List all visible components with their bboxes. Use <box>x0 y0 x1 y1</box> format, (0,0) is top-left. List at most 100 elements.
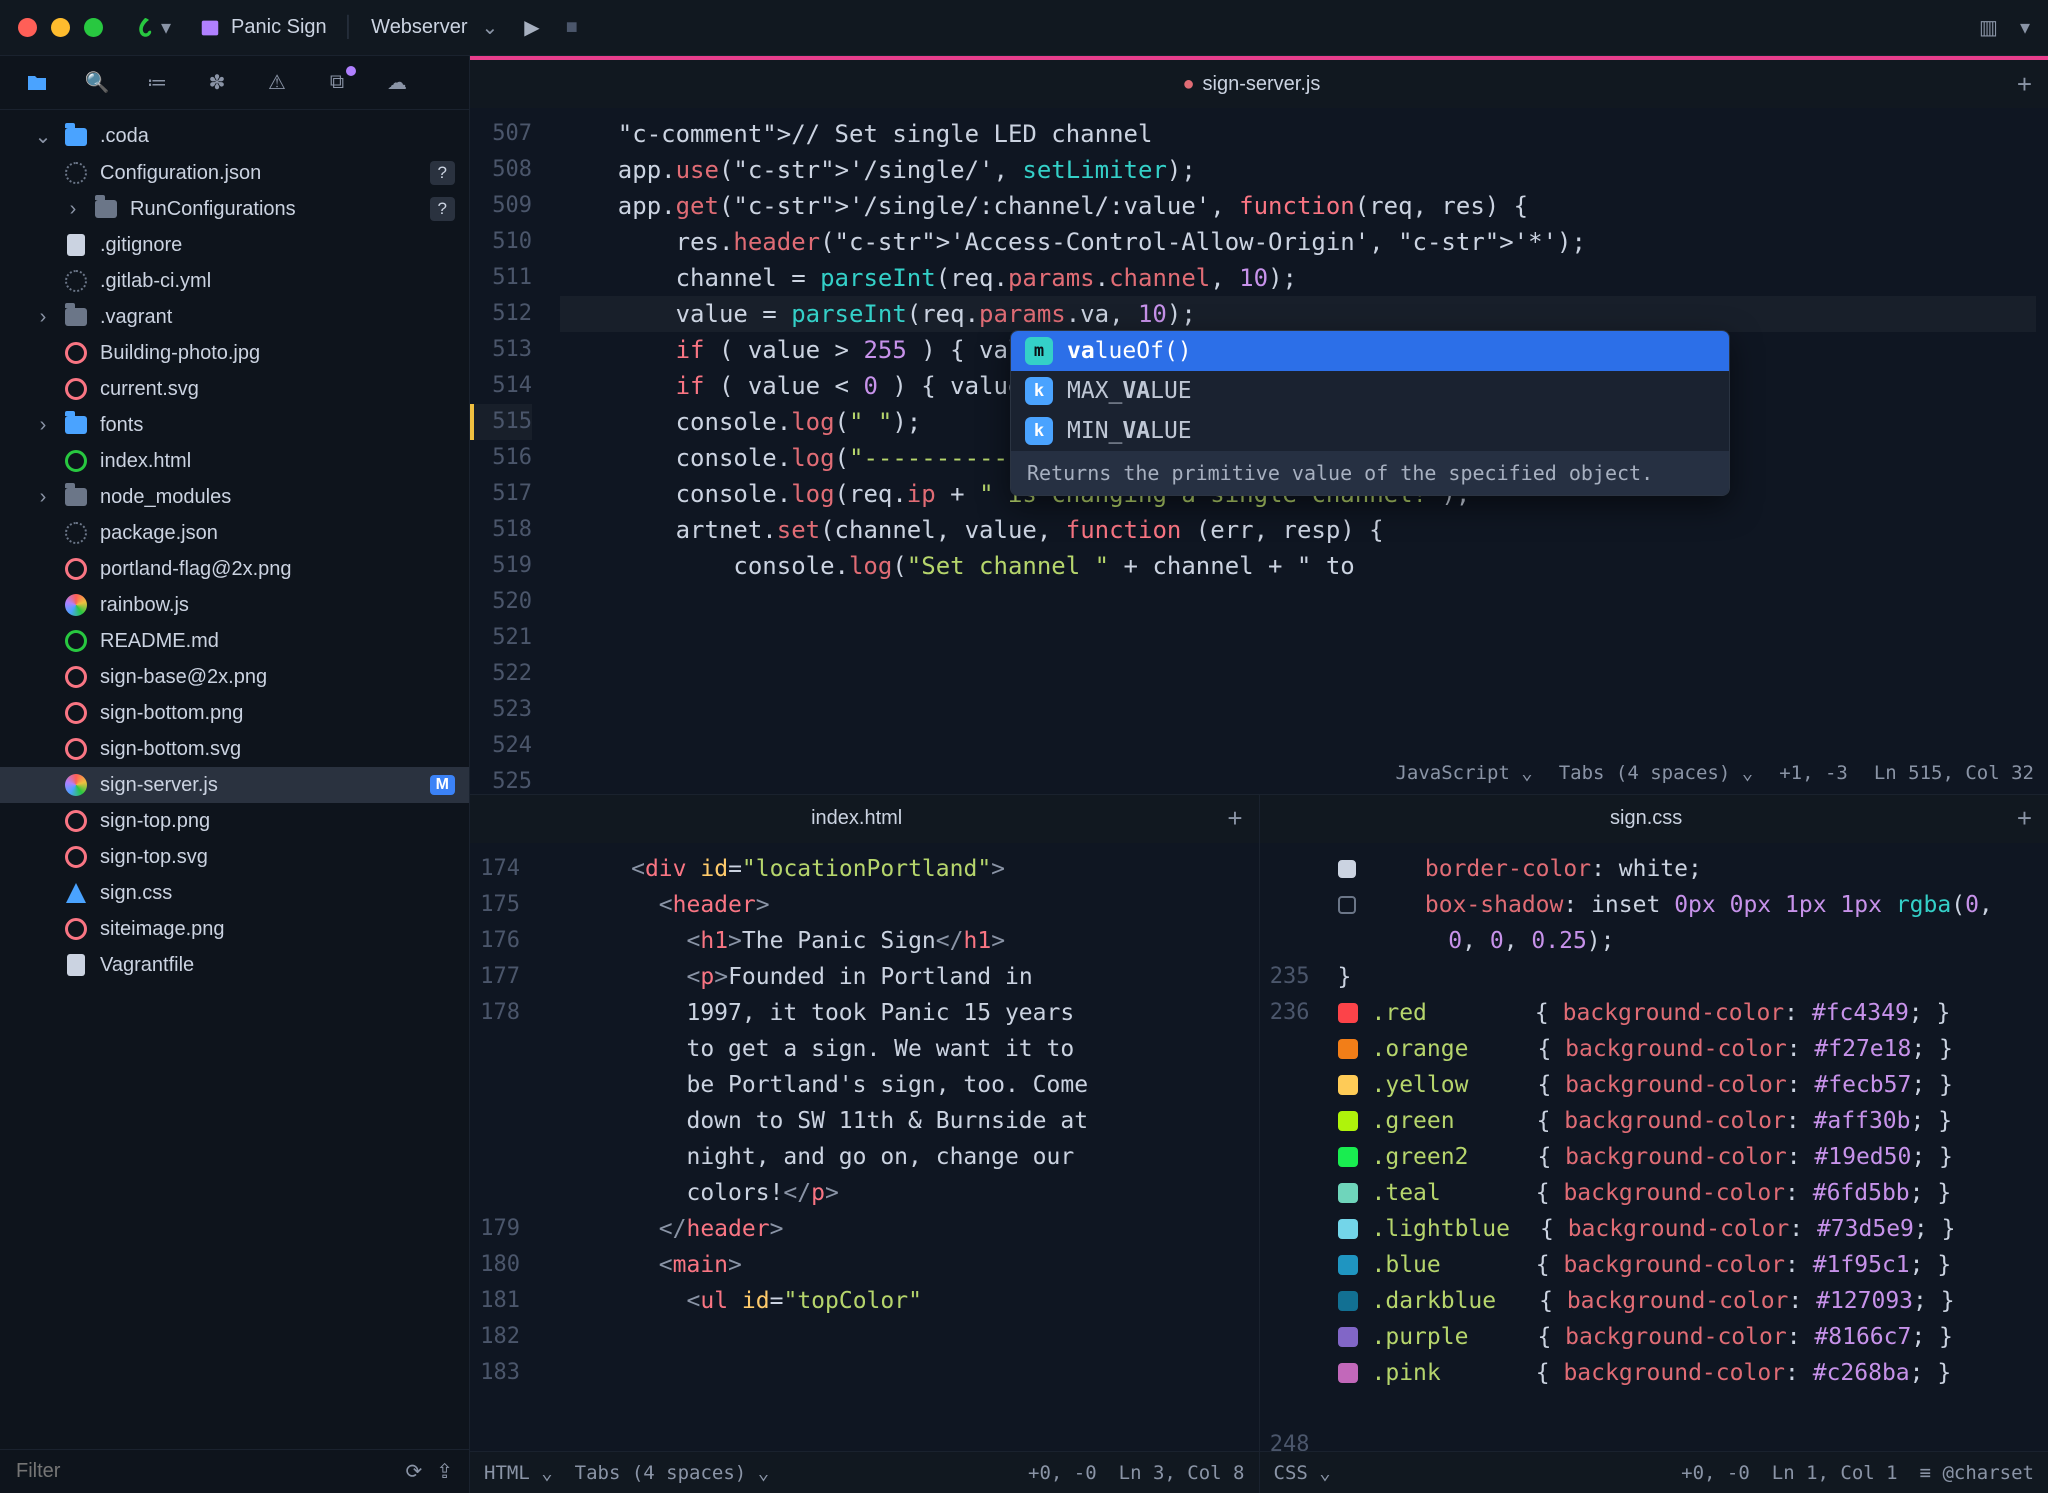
sidebar-footer: ⟳ ⇪ <box>0 1449 469 1493</box>
refresh-icon[interactable]: ⟳ <box>405 1459 422 1484</box>
file-tree-item[interactable]: Vagrantfile <box>0 947 469 983</box>
target-dropdown-icon[interactable]: ⌄ <box>482 15 499 40</box>
tab-filename[interactable]: sign.css <box>1276 807 2017 830</box>
app-logo-icon <box>133 16 157 40</box>
file-tree-item[interactable]: ›RunConfigurations? <box>0 191 469 227</box>
file-tree-item[interactable]: Configuration.json? <box>0 155 469 191</box>
play-button[interactable]: ▶ <box>524 15 539 40</box>
file-name: sign-bottom.svg <box>100 738 241 761</box>
file-tree-item[interactable]: .gitlab-ci.yml <box>0 263 469 299</box>
statusbar-bl: HTML ⌄ Tabs (4 spaces) ⌄ +0, -0 Ln 3, Co… <box>470 1451 1259 1493</box>
cloud-icon[interactable]: ☁ <box>384 70 410 96</box>
css-toggle-checkbox[interactable] <box>1338 896 1356 914</box>
symbols-icon[interactable]: ✽ <box>204 70 230 96</box>
file-tree-item[interactable]: rainbow.js <box>0 587 469 623</box>
diff-indicator: +0, -0 <box>1681 1462 1750 1484</box>
file-tree-item[interactable]: package.json <box>0 515 469 551</box>
file-name: current.svg <box>100 378 199 401</box>
indent-indicator[interactable]: Tabs (4 spaces) ⌄ <box>575 1462 769 1484</box>
search-icon[interactable]: 🔍 <box>84 70 110 96</box>
code-editor-bl[interactable]: 174175176177178179180181182183 <div id="… <box>470 843 1259 1451</box>
file-name: portland-flag@2x.png <box>100 558 292 581</box>
color-swatch <box>1338 1219 1358 1239</box>
symbol-indicator[interactable]: ≡ @charset <box>1920 1462 2034 1484</box>
new-tab-button[interactable]: + <box>2017 69 2032 100</box>
line-gutter: 5075085095105115125135145155165175185195… <box>470 108 548 794</box>
logo-dropdown-icon[interactable]: ▾ <box>161 15 171 40</box>
file-tree-item[interactable]: portland-flag@2x.png <box>0 551 469 587</box>
code-editor-top[interactable]: 5075085095105115125135145155165175185195… <box>470 108 2048 794</box>
project-name[interactable]: Panic Sign <box>231 16 327 39</box>
filter-input[interactable] <box>16 1460 405 1483</box>
file-name: fonts <box>100 414 143 437</box>
stop-button[interactable]: ■ <box>566 16 578 39</box>
color-swatch <box>1338 1291 1358 1311</box>
run-target[interactable]: Webserver <box>371 16 467 39</box>
file-name: .coda <box>100 125 149 148</box>
file-sidebar: 🔍 ≔ ✽ ⚠ ⧉ ☁ ⌄.codaConfiguration.json?›Ru… <box>0 56 470 1493</box>
file-tree[interactable]: ⌄.codaConfiguration.json?›RunConfigurati… <box>0 110 469 1449</box>
code-content[interactable]: border-color: white; box-shadow: inset 0… <box>1326 843 2048 1451</box>
file-tree-item[interactable]: sign-top.svg <box>0 839 469 875</box>
statusbar-br: CSS ⌄ +0, -0 Ln 1, Col 1 ≡ @charset <box>1260 1451 2048 1493</box>
modified-dot-icon: ● <box>1182 73 1194 95</box>
scm-icon[interactable]: ⧉ <box>324 70 350 96</box>
file-tree-item[interactable]: ›.vagrant <box>0 299 469 335</box>
file-name: sign-top.png <box>100 810 210 833</box>
file-tree-item[interactable]: sign-bottom.png <box>0 695 469 731</box>
tab-filename[interactable]: index.html <box>486 807 1227 830</box>
project-icon <box>199 17 221 39</box>
file-tree-item[interactable]: sign-server.jsM <box>0 767 469 803</box>
css-toggle-checkbox[interactable] <box>1338 860 1356 878</box>
file-tree-item[interactable]: siteimage.png <box>0 911 469 947</box>
titlebar: ▾ Panic Sign │ Webserver ⌄ ▶ ■ ▥ ▾ <box>0 0 2048 56</box>
autocomplete-item[interactable]: mvalueOf() <box>1011 331 1729 371</box>
file-tree-item[interactable]: .gitignore <box>0 227 469 263</box>
autocomplete-item[interactable]: kMAX_VALUE <box>1011 371 1729 411</box>
tab-filename[interactable]: sign-server.js <box>1203 73 1321 95</box>
code-editor-br[interactable]: 235236248 border-color: white; box-shado… <box>1260 843 2048 1451</box>
close-window-button[interactable] <box>18 18 37 37</box>
cursor-position: Ln 515, Col 32 <box>1874 762 2034 784</box>
minimize-window-button[interactable] <box>51 18 70 37</box>
new-tab-button[interactable]: + <box>1227 803 1242 834</box>
autocomplete-popup[interactable]: mvalueOf()kMAX_VALUEkMIN_VALUEReturns th… <box>1010 330 1730 496</box>
files-view-icon[interactable] <box>24 70 50 96</box>
language-indicator[interactable]: JavaScript ⌄ <box>1395 762 1532 784</box>
file-tree-item[interactable]: ⌄.coda <box>0 118 469 155</box>
layout-toggle-icon[interactable]: ▥ <box>1979 15 1998 40</box>
autocomplete-item[interactable]: kMIN_VALUE <box>1011 411 1729 451</box>
publish-icon[interactable]: ⇪ <box>436 1459 453 1484</box>
file-tree-item[interactable]: README.md <box>0 623 469 659</box>
file-tree-item[interactable]: sign-bottom.svg <box>0 731 469 767</box>
indent-indicator[interactable]: Tabs (4 spaces) ⌄ <box>1559 762 1753 784</box>
file-tree-item[interactable]: sign.css <box>0 875 469 911</box>
file-tree-item[interactable]: sign-base@2x.png <box>0 659 469 695</box>
color-swatch <box>1338 1327 1358 1347</box>
code-content[interactable]: <div id="locationPortland"> <header> <h1… <box>536 843 1259 1451</box>
file-tree-item[interactable]: ›node_modules <box>0 479 469 515</box>
language-indicator[interactable]: CSS ⌄ <box>1274 1462 1331 1484</box>
color-swatch <box>1338 1075 1358 1095</box>
zoom-window-button[interactable] <box>84 18 103 37</box>
file-name: .vagrant <box>100 306 172 329</box>
file-name: index.html <box>100 450 191 473</box>
outline-icon[interactable]: ≔ <box>144 70 170 96</box>
file-tree-item[interactable]: index.html <box>0 443 469 479</box>
file-name: .gitignore <box>100 234 182 257</box>
editor-pane-bottom-left: index.html + 174175176177178179180181182… <box>470 794 1260 1493</box>
color-swatch <box>1338 1039 1358 1059</box>
new-tab-button[interactable]: + <box>2017 803 2032 834</box>
tabstrip-br: sign.css + <box>1260 795 2048 843</box>
file-tree-item[interactable]: current.svg <box>0 371 469 407</box>
file-tree-item[interactable]: sign-top.png <box>0 803 469 839</box>
layout-dropdown-icon[interactable]: ▾ <box>2020 15 2030 40</box>
file-name: sign-server.js <box>100 774 218 797</box>
file-tree-item[interactable]: ›fonts <box>0 407 469 443</box>
tabstrip-bl: index.html + <box>470 795 1259 843</box>
language-indicator[interactable]: HTML ⌄ <box>484 1462 553 1484</box>
issues-icon[interactable]: ⚠ <box>264 70 290 96</box>
cursor-position: Ln 3, Col 8 <box>1119 1462 1245 1484</box>
file-tree-item[interactable]: Building-photo.jpg <box>0 335 469 371</box>
file-name: README.md <box>100 630 219 653</box>
